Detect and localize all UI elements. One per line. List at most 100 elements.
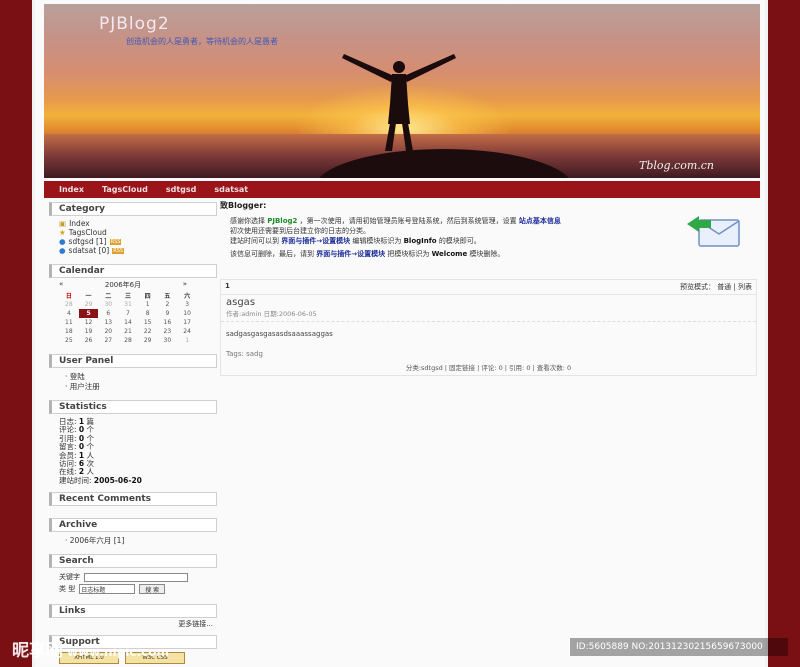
calendar-day: 12 xyxy=(84,319,93,326)
calendar-header: « 2006年6月 » xyxy=(59,280,217,290)
welcome-message: 感谢你选择 PJBlog2 ，第一次使用，请用初始管理员账号登陆系统，然后到系统… xyxy=(220,216,690,259)
search-type-label: 类 型 xyxy=(59,585,76,594)
stat-row: 访问: 6 次 xyxy=(59,458,217,468)
site-settings-link[interactable]: 站点基本信息 xyxy=(519,217,561,225)
archive-item-label: 2006年六月 [1] xyxy=(69,536,125,546)
welcome-text: 该信息可删除，最后，请到 xyxy=(230,250,314,258)
rss-badge[interactable]: RSS xyxy=(112,247,125,254)
folder-icon: ▣ xyxy=(59,219,67,228)
register-link[interactable]: · 用户注册 xyxy=(59,381,217,391)
calendar-prev[interactable]: « xyxy=(59,280,63,290)
archive-item[interactable]: · 2006年六月 [1] xyxy=(59,535,217,545)
nav-sdatsat[interactable]: sdatsat xyxy=(214,185,248,194)
search-type-select[interactable]: 日志标题 xyxy=(79,584,136,595)
view-mode: 预览模式： 普通 | 列表 xyxy=(679,283,752,291)
search-input[interactable] xyxy=(84,572,188,582)
weekday: 三 xyxy=(124,293,131,300)
calendar-day: 18 xyxy=(65,328,73,335)
site-title[interactable]: PJBlog2 xyxy=(99,14,170,34)
person-silhouette-icon xyxy=(342,54,456,151)
calendar-week: 11 12 13 14 15 16 17 xyxy=(59,318,197,327)
weekday: 一 xyxy=(85,293,92,300)
category-item-sdtgsd[interactable]: ● sdtgsd [1] RSS xyxy=(59,237,217,246)
calendar-day: 25 xyxy=(65,337,73,344)
login-label: 登陆 xyxy=(69,372,85,381)
calendar-day-today[interactable]: 5 xyxy=(78,309,99,318)
search-button[interactable]: 搜 索 xyxy=(139,584,166,595)
rss-badge[interactable]: RSS xyxy=(109,238,122,245)
calendar-day: 10 xyxy=(183,310,191,317)
nav-index[interactable]: Index xyxy=(59,185,84,194)
welcome-text: 编辑模块标识为 xyxy=(352,237,402,245)
calendar-weekdays: 日 一 二 三 四 五 六 xyxy=(59,291,197,300)
module-settings-link[interactable]: 界面与插件→设置模块 xyxy=(281,237,350,245)
calendar-day: 14 xyxy=(124,319,132,326)
calendar-day: 29 xyxy=(84,301,93,308)
search-title: Search xyxy=(49,554,217,569)
calendar-title: Calendar xyxy=(49,264,217,278)
calendar-grid: 日 一 二 三 四 五 六 28 29 30 31 1 2 3 4 5 6 7 … xyxy=(59,291,197,345)
statistics: 日志: 1 篇 评论: 0 个 引用: 0 个 留言: 0 个 会员: 1 人 … xyxy=(49,414,217,488)
calendar-day: 9 xyxy=(165,310,170,317)
weekday: 五 xyxy=(164,293,171,300)
category-item-sdatsat[interactable]: ● sdatsat [0] RSS xyxy=(59,246,217,255)
page-number[interactable]: 1 xyxy=(225,282,230,292)
watermark-site: 昵享网 xyxy=(12,641,63,661)
globe-icon: ● xyxy=(59,246,66,255)
module-id: Welcome xyxy=(431,250,468,258)
view-mode-normal[interactable]: 普通 xyxy=(717,283,731,291)
calendar-day: 23 xyxy=(163,328,172,335)
calendar-day: 16 xyxy=(163,319,172,326)
calendar-day: 28 xyxy=(124,337,132,344)
main-nav: Index TagsCloud sdtgsd sdatsat xyxy=(44,181,760,198)
module-settings-link[interactable]: 界面与插件→设置模块 xyxy=(316,250,385,258)
calendar-week: 18 19 20 21 22 23 24 xyxy=(59,327,197,336)
welcome-text: 的模块即可。 xyxy=(438,237,481,245)
welcome-line: 感谢你选择 PJBlog2 ，第一次使用，请用初始管理员账号登陆系统，然后到系统… xyxy=(230,216,690,226)
site-watermark: 昵享网 www.nipic.com xyxy=(12,636,169,661)
recent-comments xyxy=(49,506,217,514)
calendar-day: 8 xyxy=(145,310,150,317)
post-tags[interactable]: Tags: sadg xyxy=(221,350,756,360)
more-links[interactable]: 更多链接... xyxy=(59,619,217,629)
calendar-day: 27 xyxy=(104,337,113,344)
sidebar: Category ▣ Index ★ TagsCloud ● sdtgsd [1… xyxy=(49,198,217,665)
star-icon: ★ xyxy=(59,228,66,237)
archive: · 2006年六月 [1] xyxy=(49,532,217,550)
category-item-tagscloud[interactable]: ★ TagsCloud xyxy=(59,228,217,237)
calendar-day: 24 xyxy=(183,328,191,335)
mail-icon xyxy=(687,216,740,247)
search-type-row: 类 型 日志标题 搜 索 xyxy=(59,583,217,595)
view-mode-list[interactable]: 列表 xyxy=(738,283,752,291)
calendar-day: 29 xyxy=(143,337,152,344)
user-panel: · 登陆 · 用户注册 xyxy=(49,368,217,396)
nav-sdtgsd[interactable]: sdtgsd xyxy=(166,185,197,194)
weekday: 六 xyxy=(184,293,191,300)
stat-row: 日志: 1 篇 xyxy=(59,416,217,426)
category-item-index[interactable]: ▣ Index xyxy=(59,219,217,228)
calendar-week: 28 29 30 31 1 2 3 xyxy=(59,300,197,309)
weekday: 二 xyxy=(105,293,112,300)
welcome-line: 初次使用还需要到后台建立你的日志的分类。 xyxy=(230,227,370,235)
stat-row: 会员: 1 人 xyxy=(59,450,217,460)
calendar: « 2006年6月 » 日 一 二 三 四 五 六 28 29 30 31 1 … xyxy=(49,278,217,350)
calendar-next[interactable]: » xyxy=(183,280,187,290)
post-title[interactable]: asgas xyxy=(221,295,756,308)
links: 更多链接... xyxy=(49,618,217,631)
stat-label: 建站时间: xyxy=(59,475,92,485)
blog-post: 1 预览模式： 普通 | 列表 asgas 作者:admin 日期:2006-0… xyxy=(220,279,757,376)
calendar-week: 4 5 6 7 8 9 10 xyxy=(59,309,197,318)
calendar-day: 11 xyxy=(65,319,73,326)
welcome-text: ，第一次使用，请用初始管理员账号登陆系统，然后到系统管理，设置 xyxy=(299,217,517,225)
category-list: ▣ Index ★ TagsCloud ● sdtgsd [1] RSS ● s… xyxy=(49,216,217,260)
calendar-month: 2006年6月 xyxy=(104,281,142,289)
stat-row: 引用: 0 个 xyxy=(59,433,217,443)
calendar-day: 3 xyxy=(185,301,190,308)
login-link[interactable]: · 登陆 xyxy=(59,371,217,381)
welcome-text: 把模块标识为 xyxy=(387,250,430,258)
calendar-day: 28 xyxy=(65,301,73,308)
calendar-day: 17 xyxy=(183,319,191,326)
calendar-week: 25 26 27 28 29 30 1 xyxy=(59,336,197,345)
nav-tagscloud[interactable]: TagsCloud xyxy=(102,185,148,194)
calendar-day: 30 xyxy=(163,337,172,344)
